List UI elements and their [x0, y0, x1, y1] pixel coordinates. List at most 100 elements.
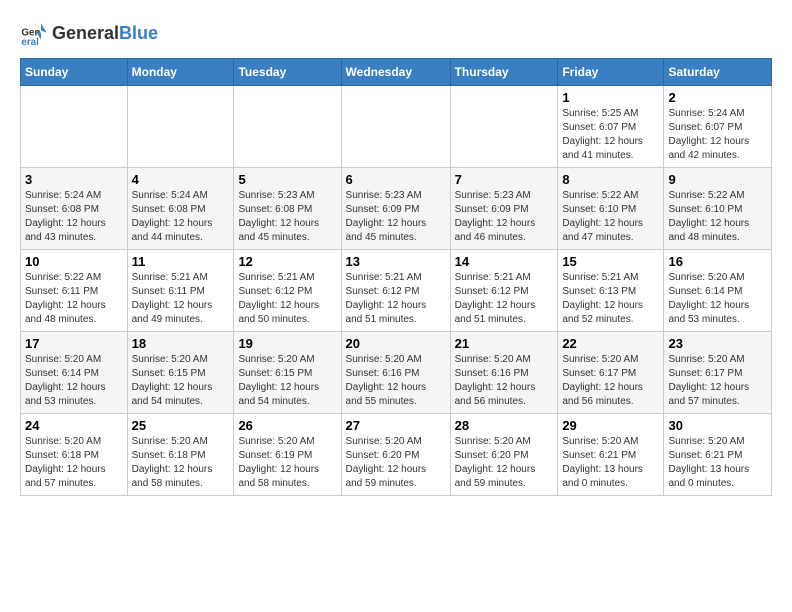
day-number: 18: [132, 336, 230, 351]
day-number: 5: [238, 172, 336, 187]
day-info: Sunrise: 5:21 AM Sunset: 6:12 PM Dayligh…: [455, 271, 554, 327]
weekday-header: Saturday: [664, 59, 772, 86]
header: Gen eral GeneralBlue: [20, 20, 772, 48]
day-number: 4: [132, 172, 230, 187]
day-number: 26: [238, 418, 336, 433]
day-number: 23: [668, 336, 767, 351]
calendar-cell: 1 Sunrise: 5:25 AM Sunset: 6:07 PM Daylig…: [558, 86, 664, 168]
logo-text: GeneralBlue: [52, 24, 158, 44]
day-number: 17: [25, 336, 123, 351]
calendar-cell: 16 Sunrise: 5:20 AM Sunset: 6:14 PM Dayli…: [664, 250, 772, 332]
calendar-week: 1 Sunrise: 5:25 AM Sunset: 6:07 PM Daylig…: [21, 86, 772, 168]
day-info: Sunrise: 5:20 AM Sunset: 6:16 PM Dayligh…: [455, 353, 554, 409]
logo-icon: Gen eral: [20, 20, 48, 48]
day-number: 29: [562, 418, 659, 433]
day-info: Sunrise: 5:21 AM Sunset: 6:13 PM Dayligh…: [562, 271, 659, 327]
calendar-cell: 13Sunrise: 5:21 AM Sunset: 6:12 PM Dayli…: [341, 250, 450, 332]
day-number: 6: [346, 172, 446, 187]
calendar-table: SundayMondayTuesdayWednesdayThursdayFrid…: [20, 58, 772, 496]
day-number: 27: [346, 418, 446, 433]
calendar-week: 10 Sunrise: 5:22 AM Sunset: 6:11 PM Dayli…: [21, 250, 772, 332]
day-number: 14: [455, 254, 554, 269]
weekday-header: Tuesday: [234, 59, 341, 86]
calendar-cell: 4 Sunrise: 5:24 AM Sunset: 6:08 PM Daylig…: [127, 168, 234, 250]
day-number: 1: [562, 90, 659, 105]
calendar-cell: [341, 86, 450, 168]
day-info: Sunrise: 5:20 AM Sunset: 6:21 PM Dayligh…: [668, 435, 767, 491]
day-info: Sunrise: 5:25 AM Sunset: 6:07 PM Dayligh…: [562, 107, 659, 163]
day-info: Sunrise: 5:20 AM Sunset: 6:14 PM Dayligh…: [25, 353, 123, 409]
calendar-cell: 25Sunrise: 5:20 AM Sunset: 6:18 PM Dayli…: [127, 414, 234, 496]
day-number: 10: [25, 254, 123, 269]
day-info: Sunrise: 5:20 AM Sunset: 6:15 PM Dayligh…: [132, 353, 230, 409]
calendar-week: 17 Sunrise: 5:20 AM Sunset: 6:14 PM Dayli…: [21, 332, 772, 414]
day-number: 8: [562, 172, 659, 187]
calendar-cell: [127, 86, 234, 168]
day-info: Sunrise: 5:20 AM Sunset: 6:19 PM Dayligh…: [238, 435, 336, 491]
calendar-cell: 26 Sunrise: 5:20 AM Sunset: 6:19 PM Dayli…: [234, 414, 341, 496]
calendar-cell: 12 Sunrise: 5:21 AM Sunset: 6:12 PM Dayli…: [234, 250, 341, 332]
weekday-header: Monday: [127, 59, 234, 86]
calendar-cell: 8 Sunrise: 5:22 AM Sunset: 6:10 PM Daylig…: [558, 168, 664, 250]
day-info: Sunrise: 5:22 AM Sunset: 6:11 PM Dayligh…: [25, 271, 123, 327]
calendar-body: 1 Sunrise: 5:25 AM Sunset: 6:07 PM Daylig…: [21, 86, 772, 496]
calendar-cell: 10 Sunrise: 5:22 AM Sunset: 6:11 PM Dayli…: [21, 250, 128, 332]
day-info: Sunrise: 5:20 AM Sunset: 6:15 PM Dayligh…: [238, 353, 336, 409]
day-number: 16: [668, 254, 767, 269]
day-number: 24: [25, 418, 123, 433]
calendar-cell: 18 Sunrise: 5:20 AM Sunset: 6:15 PM Dayli…: [127, 332, 234, 414]
day-number: 25: [132, 418, 230, 433]
day-number: 21: [455, 336, 554, 351]
day-info: Sunrise: 5:20 AM Sunset: 6:14 PM Dayligh…: [668, 271, 767, 327]
day-number: 15: [562, 254, 659, 269]
calendar-cell: [234, 86, 341, 168]
day-number: 7: [455, 172, 554, 187]
day-info: Sunrise: 5:20 AM Sunset: 6:20 PM Dayligh…: [455, 435, 554, 491]
day-info: Sunrise: 5:22 AM Sunset: 6:10 PM Dayligh…: [562, 189, 659, 245]
calendar-cell: 9Sunrise: 5:22 AM Sunset: 6:10 PM Daylig…: [664, 168, 772, 250]
weekday-header: Thursday: [450, 59, 558, 86]
day-number: 12: [238, 254, 336, 269]
calendar-week: 3 Sunrise: 5:24 AM Sunset: 6:08 PM Daylig…: [21, 168, 772, 250]
calendar-cell: 24 Sunrise: 5:20 AM Sunset: 6:18 PM Dayli…: [21, 414, 128, 496]
calendar-cell: 17 Sunrise: 5:20 AM Sunset: 6:14 PM Dayli…: [21, 332, 128, 414]
day-number: 11: [132, 254, 230, 269]
calendar-cell: 6Sunrise: 5:23 AM Sunset: 6:09 PM Daylig…: [341, 168, 450, 250]
calendar-cell: 14 Sunrise: 5:21 AM Sunset: 6:12 PM Dayli…: [450, 250, 558, 332]
day-number: 19: [238, 336, 336, 351]
day-info: Sunrise: 5:20 AM Sunset: 6:17 PM Dayligh…: [668, 353, 767, 409]
weekday-header: Wednesday: [341, 59, 450, 86]
calendar-week: 24 Sunrise: 5:20 AM Sunset: 6:18 PM Dayli…: [21, 414, 772, 496]
calendar-cell: 15 Sunrise: 5:21 AM Sunset: 6:13 PM Dayli…: [558, 250, 664, 332]
svg-text:eral: eral: [21, 37, 39, 48]
day-info: Sunrise: 5:22 AM Sunset: 6:10 PM Dayligh…: [668, 189, 767, 245]
day-info: Sunrise: 5:20 AM Sunset: 6:21 PM Dayligh…: [562, 435, 659, 491]
calendar-cell: 21 Sunrise: 5:20 AM Sunset: 6:16 PM Dayli…: [450, 332, 558, 414]
day-info: Sunrise: 5:20 AM Sunset: 6:17 PM Dayligh…: [562, 353, 659, 409]
calendar-cell: 3 Sunrise: 5:24 AM Sunset: 6:08 PM Daylig…: [21, 168, 128, 250]
weekday-header: Friday: [558, 59, 664, 86]
calendar-cell: 22 Sunrise: 5:20 AM Sunset: 6:17 PM Dayli…: [558, 332, 664, 414]
calendar-cell: 7 Sunrise: 5:23 AM Sunset: 6:09 PM Daylig…: [450, 168, 558, 250]
day-number: 22: [562, 336, 659, 351]
calendar-cell: 27 Sunrise: 5:20 AM Sunset: 6:20 PM Dayli…: [341, 414, 450, 496]
day-number: 3: [25, 172, 123, 187]
calendar-cell: 28 Sunrise: 5:20 AM Sunset: 6:20 PM Dayli…: [450, 414, 558, 496]
day-number: 30: [668, 418, 767, 433]
day-info: Sunrise: 5:21 AM Sunset: 6:11 PM Dayligh…: [132, 271, 230, 327]
calendar-cell: [450, 86, 558, 168]
day-info: Sunrise: 5:20 AM Sunset: 6:18 PM Dayligh…: [25, 435, 123, 491]
day-number: 2: [668, 90, 767, 105]
day-info: Sunrise: 5:24 AM Sunset: 6:07 PM Dayligh…: [668, 107, 767, 163]
day-info: Sunrise: 5:23 AM Sunset: 6:08 PM Dayligh…: [238, 189, 336, 245]
day-info: Sunrise: 5:20 AM Sunset: 6:20 PM Dayligh…: [346, 435, 446, 491]
day-number: 28: [455, 418, 554, 433]
calendar-cell: [21, 86, 128, 168]
day-info: Sunrise: 5:24 AM Sunset: 6:08 PM Dayligh…: [132, 189, 230, 245]
day-info: Sunrise: 5:21 AM Sunset: 6:12 PM Dayligh…: [238, 271, 336, 327]
calendar-cell: 20Sunrise: 5:20 AM Sunset: 6:16 PM Dayli…: [341, 332, 450, 414]
day-info: Sunrise: 5:24 AM Sunset: 6:08 PM Dayligh…: [25, 189, 123, 245]
calendar-cell: 30 Sunrise: 5:20 AM Sunset: 6:21 PM Dayli…: [664, 414, 772, 496]
day-info: Sunrise: 5:21 AM Sunset: 6:12 PM Dayligh…: [346, 271, 446, 327]
day-info: Sunrise: 5:23 AM Sunset: 6:09 PM Dayligh…: [455, 189, 554, 245]
